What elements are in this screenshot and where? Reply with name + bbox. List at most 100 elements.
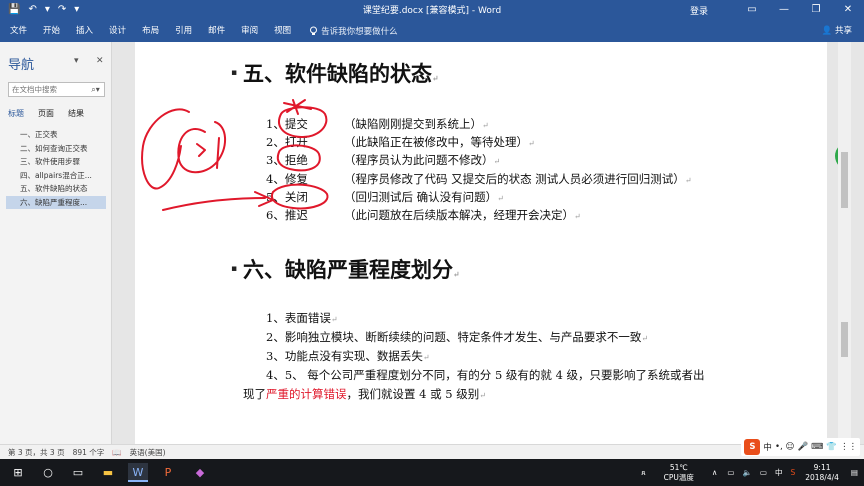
- ime-emoji-icon[interactable]: ☺: [786, 442, 795, 452]
- state-desc: （回归测试后 确认没有问题）↵: [344, 189, 504, 205]
- nav-title: 导航: [8, 58, 35, 73]
- paragraph-mark-icon: ↵: [493, 157, 501, 166]
- clock[interactable]: 9:11 2018/4/4: [805, 463, 839, 483]
- nav-heading-item[interactable]: 四、allpairs混合正...: [6, 169, 106, 183]
- severity-item: 3、功能点没有实现、数据丢失↵: [266, 348, 430, 364]
- nav-heading-item[interactable]: 二、如何查询正交表: [6, 142, 106, 156]
- state-number: 6、: [266, 208, 285, 222]
- tab-layout[interactable]: 布局: [134, 20, 167, 42]
- state-desc-text: （此缺陷正在被修改中，等待处理）: [344, 135, 528, 149]
- tab-mailings[interactable]: 邮件: [200, 20, 233, 42]
- nav-close-icon[interactable]: ✕: [96, 56, 104, 66]
- minimize-icon[interactable]: —: [768, 0, 800, 20]
- lightbulb-icon: [310, 26, 318, 35]
- language-status[interactable]: 英语(美国): [122, 447, 166, 458]
- heading-severity-text: 六、缺陷严重程度划分: [243, 257, 453, 282]
- cpu-temp-label: CPU温度: [663, 472, 694, 482]
- vertical-scrollbar[interactable]: [838, 42, 851, 444]
- nav-heading-item[interactable]: 五、软件缺陷的状态: [6, 182, 106, 196]
- battery-icon[interactable]: ▭: [760, 468, 767, 477]
- tab-review[interactable]: 审阅: [233, 20, 266, 42]
- input-language[interactable]: 中: [775, 467, 783, 478]
- scroll-thumb-lower[interactable]: [841, 322, 848, 357]
- state-name: 拒绝: [284, 153, 308, 167]
- ime-keyboard-icon[interactable]: ⌨: [811, 442, 823, 452]
- state-number: 1、: [266, 117, 285, 131]
- cpu-temp-widget[interactable]: 51℃ CPU温度: [664, 463, 694, 483]
- heading-bullet: ▪: [231, 264, 238, 274]
- document-page[interactable]: ▪ 五、软件缺陷的状态↵ 1、提交 （缺陷刚刚提交到系统上）↵ 2、打开 （此缺…: [135, 42, 827, 444]
- title-bar: 💾 ↶ ▾ ↷ ▾ 课堂纪要.docx [兼容模式] - Word 登录 ▭ —…: [0, 0, 864, 20]
- search-icon[interactable]: ⌕▾: [87, 83, 104, 96]
- file-explorer-icon[interactable]: ▬: [98, 463, 118, 482]
- ime-voice-icon[interactable]: 🎤: [798, 442, 809, 452]
- share-button[interactable]: 👤 共享: [822, 20, 852, 42]
- chevron-up-icon[interactable]: ∧: [712, 468, 718, 477]
- save-icon[interactable]: 💾: [8, 0, 20, 20]
- state-desc-text: （回归测试后 确认没有问题）: [344, 190, 498, 204]
- tab-references[interactable]: 引用: [167, 20, 200, 42]
- paragraph-mark-icon: ↵: [422, 353, 430, 362]
- search-icon[interactable]: ○: [38, 463, 58, 482]
- tab-insert[interactable]: 插入: [68, 20, 101, 42]
- state-name: 提交: [284, 117, 308, 131]
- network-icon[interactable]: ▭: [727, 468, 734, 477]
- severity-item-4-5: 4、5、 每个公司严重程度划分不同，有的分 5 级有的就 4 级，只要影响了系统…: [266, 368, 705, 382]
- nav-tab-headings[interactable]: 标题: [8, 108, 24, 119]
- sogou-tray-icon[interactable]: S: [790, 468, 795, 477]
- paragraph-mark-icon: ↵: [330, 315, 338, 324]
- ime-toolbox-icon[interactable]: ⋮⋮: [840, 442, 857, 452]
- state-desc: （此缺陷正在被修改中，等待处理）↵: [344, 134, 535, 150]
- ime-skin-icon[interactable]: 👕: [826, 442, 837, 452]
- paragraph-mark-icon: ↵: [641, 334, 649, 343]
- nav-tab-pages[interactable]: 页面: [38, 108, 54, 119]
- nav-options-chevron-icon[interactable]: ▾: [74, 56, 79, 66]
- close-icon[interactable]: ✕: [832, 0, 864, 20]
- nav-heading-item-selected[interactable]: 六、缺陷严重程度...: [6, 195, 106, 209]
- paragraph-mark-icon: ↵: [482, 121, 489, 130]
- word-app-icon[interactable]: W: [128, 463, 148, 482]
- pen-annotations: [141, 99, 329, 211]
- windows-start-icon[interactable]: ⊞: [8, 463, 28, 482]
- nav-heading-item[interactable]: 一、正交表: [6, 128, 106, 142]
- severity-item-4-5-continued: 现了严重的计算错误，我们就设置 4 或 5 级别↵: [243, 386, 486, 402]
- sogou-ime-toolbar[interactable]: S 中 •, ☺ 🎤 ⌨ 👕 ⋮⋮: [741, 438, 860, 456]
- nav-heading-item[interactable]: 三、软件使用步骤: [6, 155, 106, 169]
- task-view-icon[interactable]: ▭: [68, 463, 88, 482]
- state-desc: （缺陷刚刚提交到系统上）↵: [344, 116, 489, 132]
- notifications-icon[interactable]: ▤: [851, 468, 858, 477]
- ime-punctuation-icon[interactable]: •,: [775, 442, 783, 452]
- paragraph-mark-icon: ↵: [574, 212, 581, 221]
- ribbon-display-options-icon[interactable]: ▭: [736, 0, 768, 20]
- login-link[interactable]: 登录: [690, 4, 708, 17]
- volume-icon[interactable]: 🔈: [743, 468, 752, 477]
- tab-view[interactable]: 视图: [266, 20, 299, 42]
- tab-home[interactable]: 开始: [35, 20, 68, 42]
- scroll-thumb[interactable]: [841, 152, 848, 208]
- nav-tab-results[interactable]: 结果: [68, 108, 84, 119]
- tab-file[interactable]: 文件: [0, 20, 35, 42]
- tell-me-box[interactable]: 告诉我你想要做什么: [299, 25, 398, 37]
- heading-severity: 六、缺陷严重程度划分↵: [243, 254, 460, 284]
- undo-icon[interactable]: ↶: [28, 0, 36, 20]
- paragraph-mark-icon: ↵: [528, 139, 535, 148]
- page-count[interactable]: 第 3 页，共 3 页: [0, 447, 65, 458]
- people-icon[interactable]: ጸ: [641, 468, 645, 478]
- proofing-icon[interactable]: 📖: [104, 448, 121, 457]
- paragraph-mark-icon: ↵: [684, 176, 692, 185]
- powerpoint-app-icon[interactable]: P: [158, 463, 178, 482]
- restore-icon[interactable]: ❐: [800, 0, 832, 20]
- undo-dropdown-icon[interactable]: ▾: [45, 0, 50, 20]
- state-desc: （程序员修改了代码 又提交后的状态 测试人员必须进行回归测试）↵: [344, 171, 692, 187]
- redo-icon[interactable]: ↷: [58, 0, 66, 20]
- state-desc: （此问题放在后续版本解决，经理开会决定）↵: [344, 207, 581, 223]
- customize-qat-icon[interactable]: ▾: [74, 0, 79, 20]
- tell-me-text: 告诉我你想要做什么: [321, 27, 398, 37]
- ime-chinese-mode[interactable]: 中: [763, 441, 772, 453]
- state-row: 1、提交 （缺陷刚刚提交到系统上）↵: [266, 116, 489, 132]
- media-app-icon[interactable]: ◆: [190, 463, 210, 482]
- paragraph-mark-icon: ↵: [479, 391, 486, 400]
- tab-design[interactable]: 设计: [101, 20, 134, 42]
- word-count[interactable]: 891 个字: [65, 447, 105, 458]
- sogou-logo-icon[interactable]: S: [744, 439, 761, 455]
